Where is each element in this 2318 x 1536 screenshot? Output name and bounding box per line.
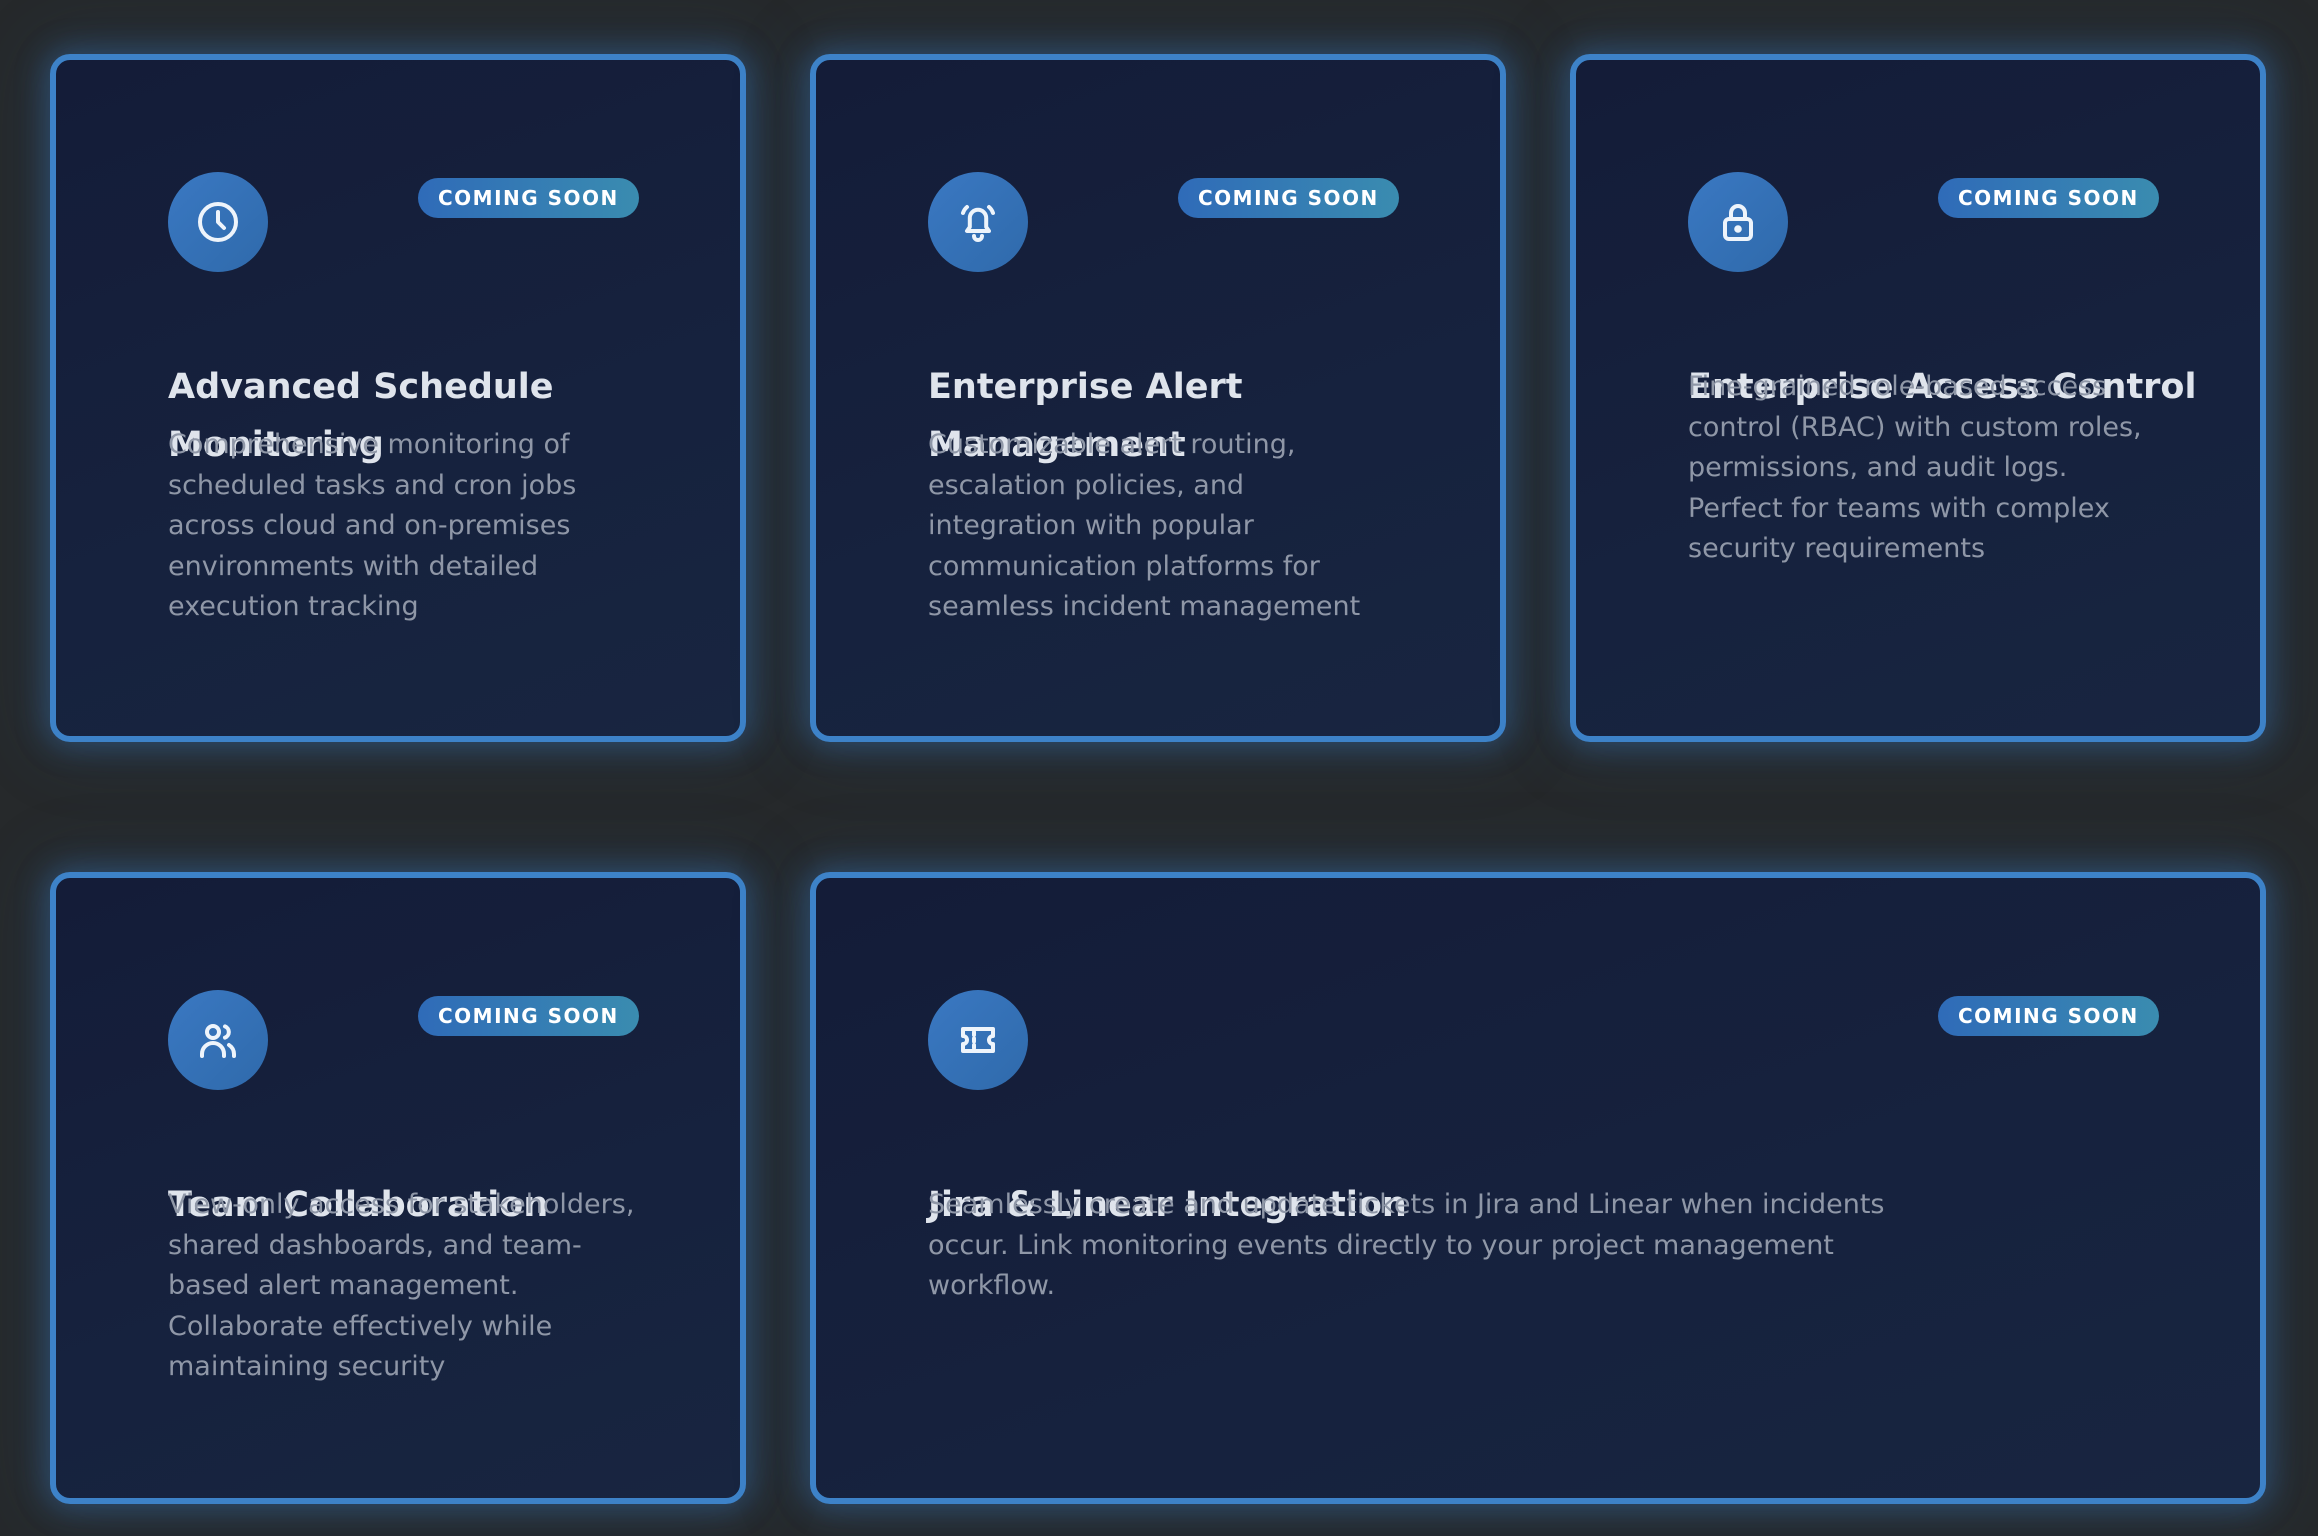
clock-icon (168, 172, 268, 272)
feature-description: Comprehensive monitoring of scheduled ta… (168, 429, 577, 622)
feature-description: View-only access for stakeholders, share… (168, 1189, 635, 1382)
feature-card-team-collaboration: COMING SOON Team Collaboration View-only… (50, 872, 746, 1504)
feature-card-alert-management: COMING SOON Enterprise Alert Management … (810, 54, 1506, 742)
ticket-icon (928, 990, 1028, 1090)
feature-description: Fine-grained role-based access control (… (1688, 371, 2142, 564)
feature-description: Seamlessly create and update tickets in … (928, 1189, 1885, 1301)
coming-soon-badge: COMING SOON (418, 996, 639, 1036)
coming-soon-badge: COMING SOON (1938, 178, 2159, 218)
feature-description: Customizable alert routing, escalation p… (928, 429, 1361, 622)
feature-card-jira-linear: COMING SOON Jira & Linear Integration Se… (810, 872, 2266, 1504)
coming-soon-badge: COMING SOON (1938, 996, 2159, 1036)
coming-soon-badge: COMING SOON (418, 178, 639, 218)
coming-soon-badge: COMING SOON (1178, 178, 1399, 218)
lock-icon (1688, 172, 1788, 272)
feature-card-schedule-monitoring: COMING SOON Advanced Schedule Monitoring… (50, 54, 746, 742)
feature-card-access-control: COMING SOON Enterprise Access Control Fi… (1570, 54, 2266, 742)
users-icon (168, 990, 268, 1090)
bell-icon (928, 172, 1028, 272)
